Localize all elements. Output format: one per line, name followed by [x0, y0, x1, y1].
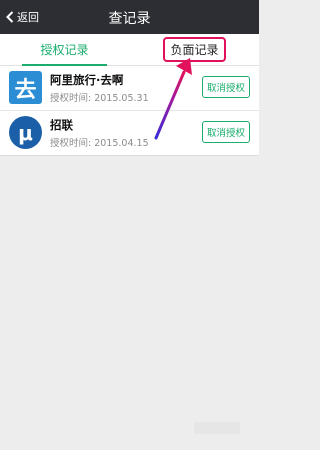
record-tabs: 授权记录 负面记录 — [0, 34, 259, 66]
list-item: μ 招联 授权时间: 2015.04.15 取消授权 — [0, 111, 259, 156]
authorization-list: 去 阿里旅行·去啊 授权时间: 2015.05.31 取消授权 μ 招联 授权时… — [0, 66, 259, 156]
home-indicator — [194, 422, 240, 434]
qunar-logo-icon: 去 — [9, 71, 42, 104]
zhaolian-logo-icon: μ — [9, 116, 42, 149]
page-title: 查记录 — [108, 11, 151, 27]
app-name: 招联 — [50, 118, 73, 132]
revoke-authorization-button[interactable]: 取消授权 — [201, 76, 250, 98]
revoke-authorization-button[interactable]: 取消授权 — [201, 121, 250, 143]
app-name: 阿里旅行·去啊 — [50, 73, 124, 87]
tab-label: 授权记录 — [40, 43, 89, 57]
tab-negative-records[interactable]: 负面记录 — [130, 34, 259, 65]
authorization-time: 授权时间: 2015.04.15 — [50, 138, 149, 149]
title-bar: 返回 查记录 — [0, 0, 259, 34]
authorization-time: 授权时间: 2015.05.31 — [50, 93, 149, 104]
list-item: 去 阿里旅行·去啊 授权时间: 2015.05.31 取消授权 — [0, 66, 259, 111]
tab-label: 负面记录 — [163, 37, 226, 62]
tab-authorization-records[interactable]: 授权记录 — [0, 34, 129, 66]
